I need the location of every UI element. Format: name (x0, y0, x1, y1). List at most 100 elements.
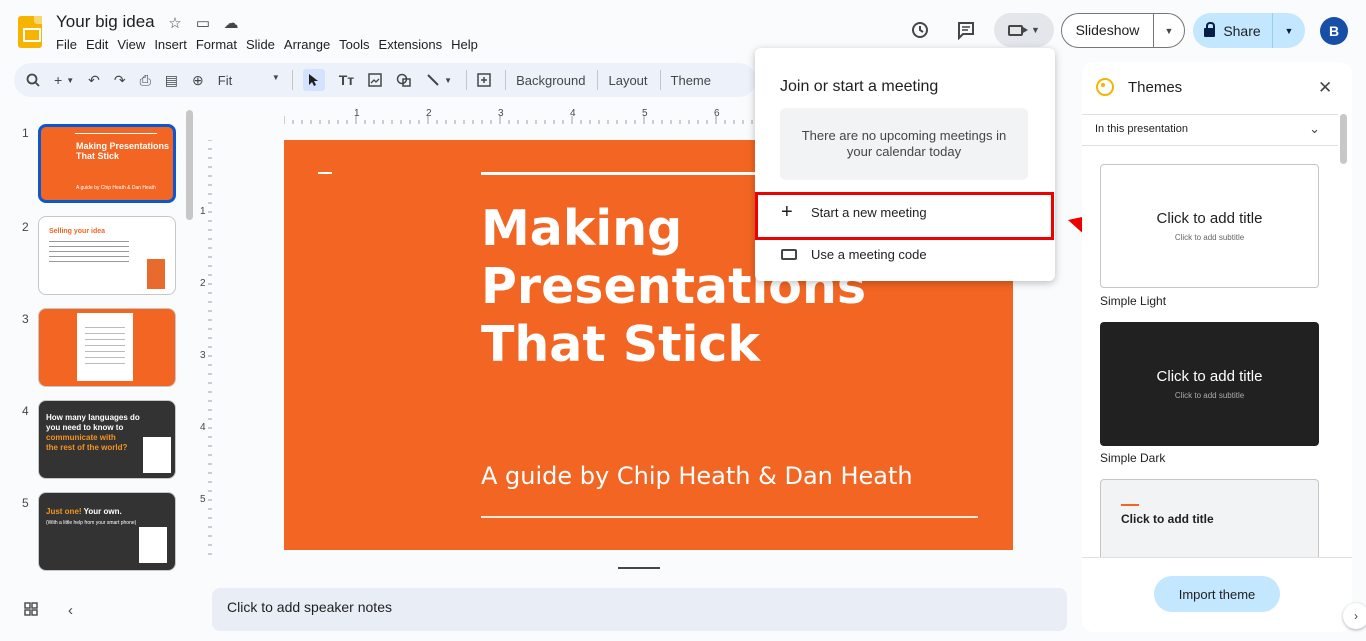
comments-icon[interactable] (950, 14, 982, 46)
slideshow-dropdown-icon[interactable]: ▼ (1154, 26, 1184, 36)
filmstrip-scrollbar[interactable] (186, 110, 193, 220)
cloud-status-icon[interactable]: ☁ (222, 14, 240, 32)
meet-button[interactable]: ▼ (994, 13, 1054, 47)
slide-bottom-line (481, 516, 978, 518)
print-icon[interactable]: ⎙ (140, 72, 151, 89)
zoom-select[interactable]: Fit ▼ (218, 73, 280, 88)
slide-number: 5 (22, 496, 29, 510)
thumb-subtitle: (With a little help from your smart phon… (46, 520, 137, 526)
grid-view-icon[interactable] (24, 602, 38, 620)
notes-resize-handle[interactable] (618, 567, 660, 569)
share-main[interactable]: Share (1193, 13, 1273, 48)
theme-card-title: Click to add title (1156, 210, 1263, 227)
menu-format[interactable]: Format (196, 37, 242, 52)
import-theme-button[interactable]: Import theme (1154, 576, 1280, 612)
slide-thumbnail-1[interactable]: Making Presentations That Stick A guide … (38, 124, 176, 203)
document-title[interactable]: Your big idea (56, 12, 155, 32)
theme-card-title: Click to add title (1121, 512, 1214, 526)
menu-insert[interactable]: Insert (154, 37, 192, 52)
toolbar-divider (597, 70, 599, 90)
menu-edit[interactable]: Edit (86, 37, 113, 52)
thumb-title: Just one! Your own. (46, 507, 122, 517)
menu-tools[interactable]: Tools (339, 37, 374, 52)
new-slide-icon[interactable]: + ▼ (54, 72, 74, 88)
layout-button[interactable]: Layout (608, 73, 647, 88)
share-dropdown-icon[interactable]: ▼ (1273, 26, 1305, 36)
share-button[interactable]: Share ▼ (1193, 13, 1305, 48)
slideshow-label[interactable]: Slideshow (1062, 14, 1154, 47)
theme-card-simple-dark[interactable]: Click to add title Click to add subtitle (1100, 322, 1319, 446)
search-menus-icon[interactable] (26, 73, 40, 87)
menu-help[interactable]: Help (451, 37, 483, 52)
redo-icon[interactable]: ↷ (114, 72, 126, 89)
thumb-subtitle: A guide by Chip Heath & Dan Heath (76, 185, 156, 191)
slides-logo-icon[interactable] (18, 16, 42, 48)
version-history-icon[interactable] (904, 14, 936, 46)
toolbar-divider (466, 70, 468, 90)
side-panel-toggle-icon[interactable]: › (1343, 603, 1366, 629)
slide-subtitle[interactable]: A guide by Chip Heath & Dan Heath (481, 462, 913, 490)
themes-scrollbar[interactable] (1340, 114, 1347, 164)
paint-format-icon[interactable]: ▤ (165, 72, 178, 89)
toolbar-divider (505, 70, 507, 90)
ruler-number: 5 (642, 108, 648, 119)
themes-header: Themes (1096, 78, 1182, 96)
theme-card-title: Click to add title (1156, 368, 1263, 385)
thumb-line (75, 133, 157, 134)
menu-slide[interactable]: Slide (246, 37, 280, 52)
theme-name: Simple Light (1100, 294, 1167, 308)
themes-panel: Themes ✕ In this presentation ⌄ Click to… (1082, 62, 1352, 632)
ruler-number: 6 (714, 108, 720, 119)
star-icon[interactable]: ☆ (166, 14, 184, 32)
slide-thumbnail-4[interactable]: How many languages do you need to know t… (38, 400, 176, 479)
chevron-down-icon: ⌄ (1309, 121, 1320, 136)
themes-filter-select[interactable]: In this presentation ⌄ (1082, 114, 1338, 146)
move-folder-icon[interactable]: ▭ (194, 14, 212, 32)
insert-image-icon[interactable] (368, 73, 382, 87)
zoom-icon[interactable]: ⊕ (192, 72, 204, 89)
thumb-line-3: communicate with (46, 433, 116, 442)
theme-card-accent-line (1121, 504, 1139, 506)
vertical-ruler: 1 2 3 4 5 (198, 140, 212, 560)
insert-comment-icon[interactable] (477, 73, 491, 87)
use-meeting-code-item[interactable]: Use a meeting code (755, 235, 1055, 273)
theme-button[interactable]: Theme (671, 73, 711, 88)
collapse-filmstrip-icon[interactable]: ‹ (68, 602, 73, 620)
bottom-controls: ‹ (24, 602, 73, 620)
menu-file[interactable]: File (56, 37, 82, 52)
slide-thumbnail-3[interactable] (38, 308, 176, 387)
menu-view[interactable]: View (117, 37, 150, 52)
speaker-notes[interactable]: Click to add speaker notes (212, 588, 1067, 631)
theme-card-simple-light[interactable]: Click to add title Click to add subtitle (1100, 164, 1319, 288)
menu-arrange[interactable]: Arrange (284, 37, 335, 52)
filmstrip: 1 Making Presentations That Stick A guid… (0, 112, 200, 582)
slide-number: 3 (22, 312, 29, 326)
highlight-box (755, 192, 1054, 240)
slide-number: 1 (22, 126, 29, 140)
themes-title: Themes (1128, 78, 1183, 96)
toolbar-divider (291, 70, 293, 90)
slide-dash-decoration (318, 172, 332, 174)
title-icons: ☆ ▭ ☁ (166, 14, 240, 32)
slideshow-button[interactable]: Slideshow ▼ (1061, 13, 1185, 48)
slide-thumbnail-2[interactable]: Selling your idea (38, 216, 176, 295)
ruler-number: 1 (200, 206, 206, 217)
line-icon[interactable]: ▼ (426, 73, 452, 87)
thumb-title: Making Presentations That Stick (76, 141, 170, 161)
zoom-value: Fit (217, 72, 233, 88)
background-button[interactable]: Background (516, 73, 585, 88)
slide-thumbnail-5[interactable]: Just one! Your own. (With a little help … (38, 492, 176, 571)
close-icon[interactable]: ✕ (1318, 78, 1332, 98)
video-camera-icon (1008, 24, 1029, 36)
menu-extensions[interactable]: Extensions (379, 37, 448, 52)
text-box-icon[interactable]: Tт (339, 72, 354, 88)
thumb-text-lines (49, 241, 129, 265)
avatar[interactable]: B (1320, 17, 1348, 45)
select-tool-icon[interactable] (302, 69, 325, 91)
undo-icon[interactable]: ↶ (88, 72, 100, 89)
chevron-down-icon: ▼ (1031, 25, 1040, 35)
thumb-title-a: Just one! (46, 507, 82, 516)
shape-icon[interactable] (396, 73, 412, 87)
app-header: Your big idea ☆ ▭ ☁ File Edit View Inser… (0, 0, 1366, 60)
menu-bar: File Edit View Insert Format Slide Arran… (56, 37, 487, 52)
